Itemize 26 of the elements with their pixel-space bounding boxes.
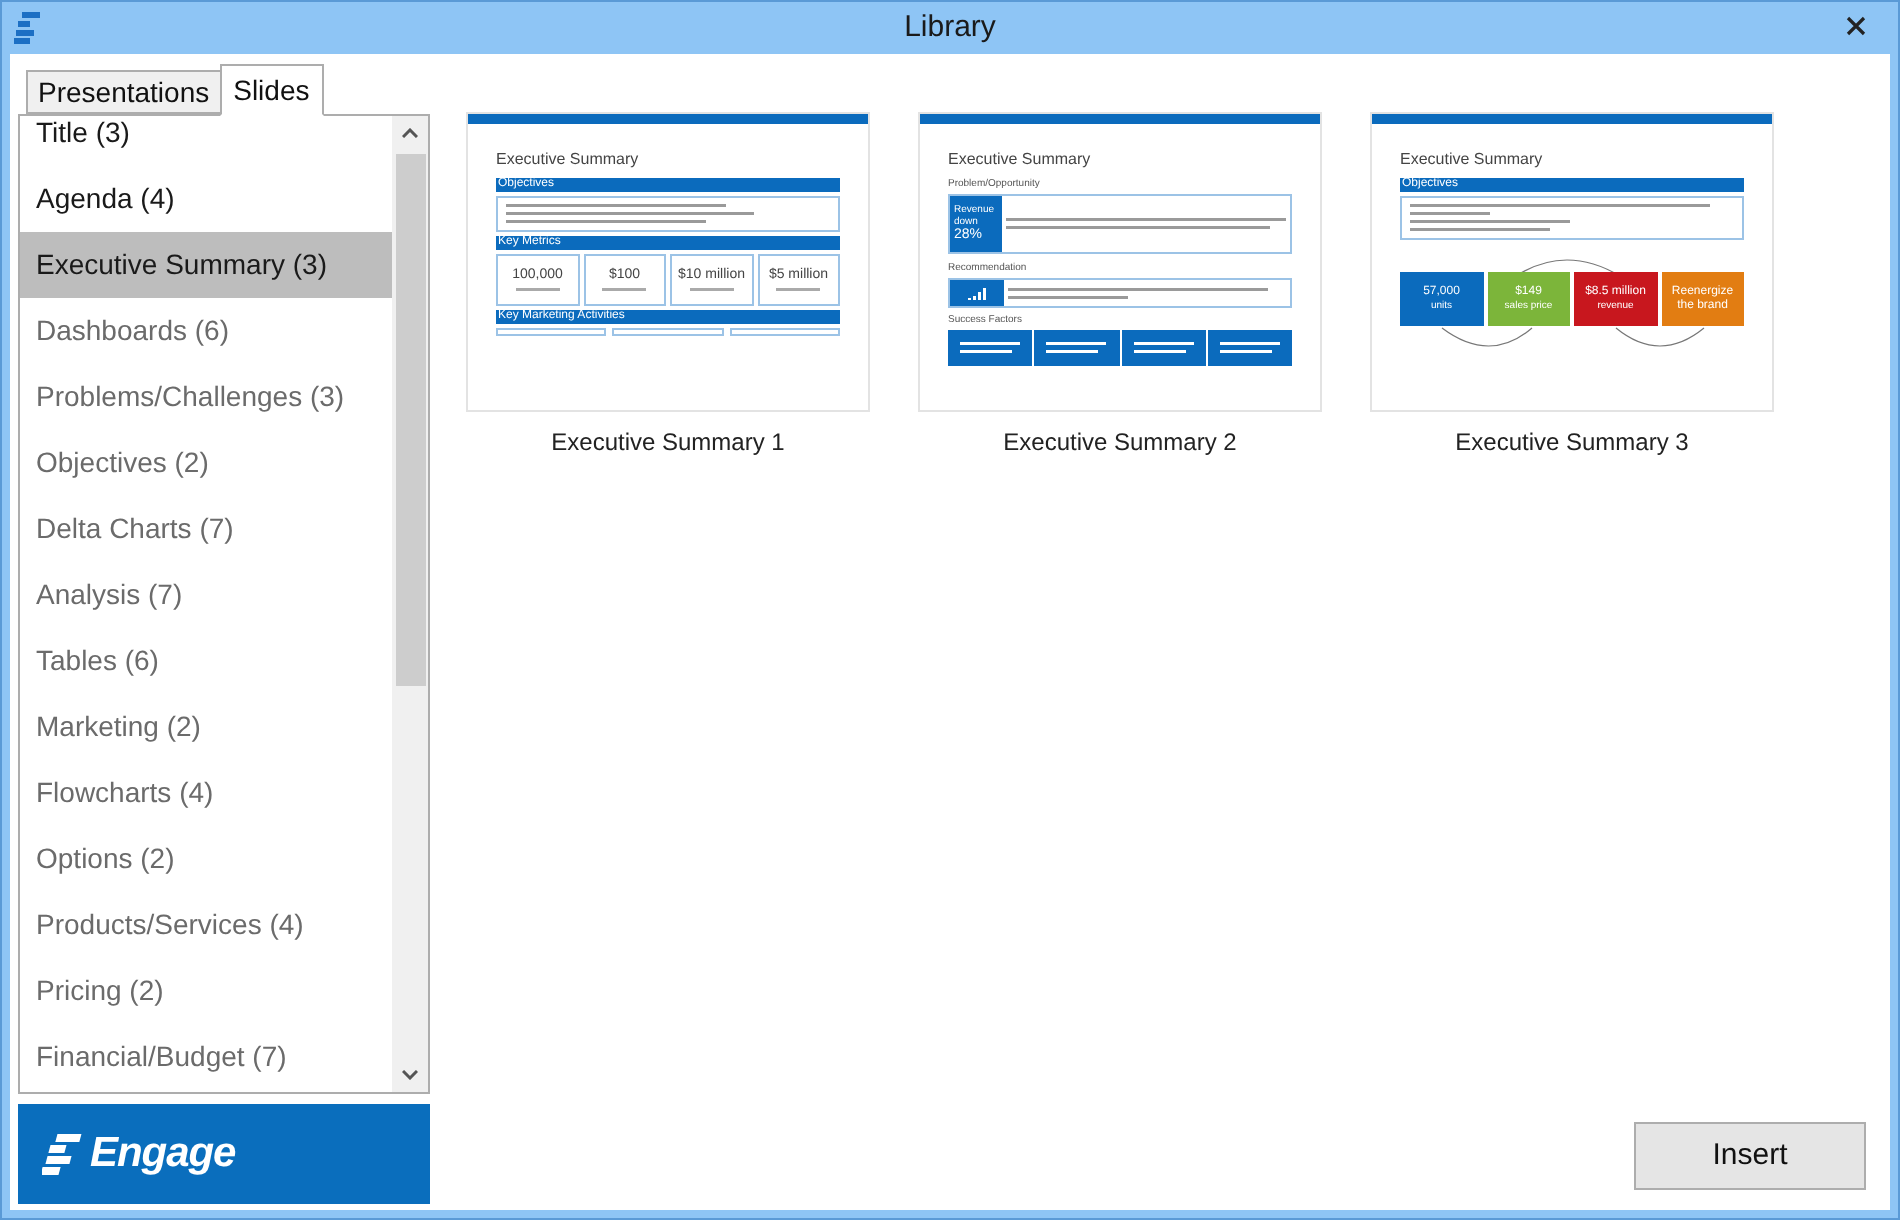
list-item[interactable]: Pricing (2) bbox=[20, 958, 392, 1024]
thumbnail-caption: Executive Summary 3 bbox=[1455, 426, 1689, 460]
list-item[interactable]: Executive Summary (3) bbox=[20, 232, 392, 298]
insert-button[interactable]: Insert bbox=[1634, 1122, 1866, 1190]
list-item[interactable]: Problems/Challenges (3) bbox=[20, 364, 392, 430]
list-item[interactable]: Dashboards (6) bbox=[20, 298, 392, 364]
list-item[interactable]: Options (2) bbox=[20, 826, 392, 892]
tab[interactable]: Slides bbox=[219, 64, 324, 116]
window-title: Library bbox=[904, 7, 996, 48]
slide-title: Executive Summary bbox=[496, 148, 641, 172]
list-item[interactable]: Marketing (2) bbox=[20, 694, 392, 760]
slide-title: Executive Summary bbox=[1400, 148, 1545, 172]
logo-text: Engage bbox=[90, 1128, 236, 1181]
thumbnail-caption: Executive Summary 1 bbox=[551, 426, 785, 460]
list-item[interactable]: Agenda (4) bbox=[20, 166, 392, 232]
list-item[interactable]: Title (3) bbox=[20, 116, 392, 166]
list-item[interactable]: Tables (6) bbox=[20, 628, 392, 694]
list-item[interactable]: Financial/Budget (7) bbox=[20, 1024, 392, 1090]
list-item[interactable]: Products/Services (4) bbox=[20, 892, 392, 958]
list-item[interactable]: Flowcharts (4) bbox=[20, 760, 392, 826]
list-item[interactable]: Objectives (2) bbox=[20, 430, 392, 496]
thumbnail-caption: Executive Summary 2 bbox=[1003, 426, 1237, 460]
list-item[interactable]: Delta Charts (7) bbox=[20, 496, 392, 562]
list-item[interactable]: Analysis (7) bbox=[20, 562, 392, 628]
tab[interactable]: Presentations bbox=[26, 70, 220, 114]
slide-title: Executive Summary bbox=[948, 148, 1093, 172]
